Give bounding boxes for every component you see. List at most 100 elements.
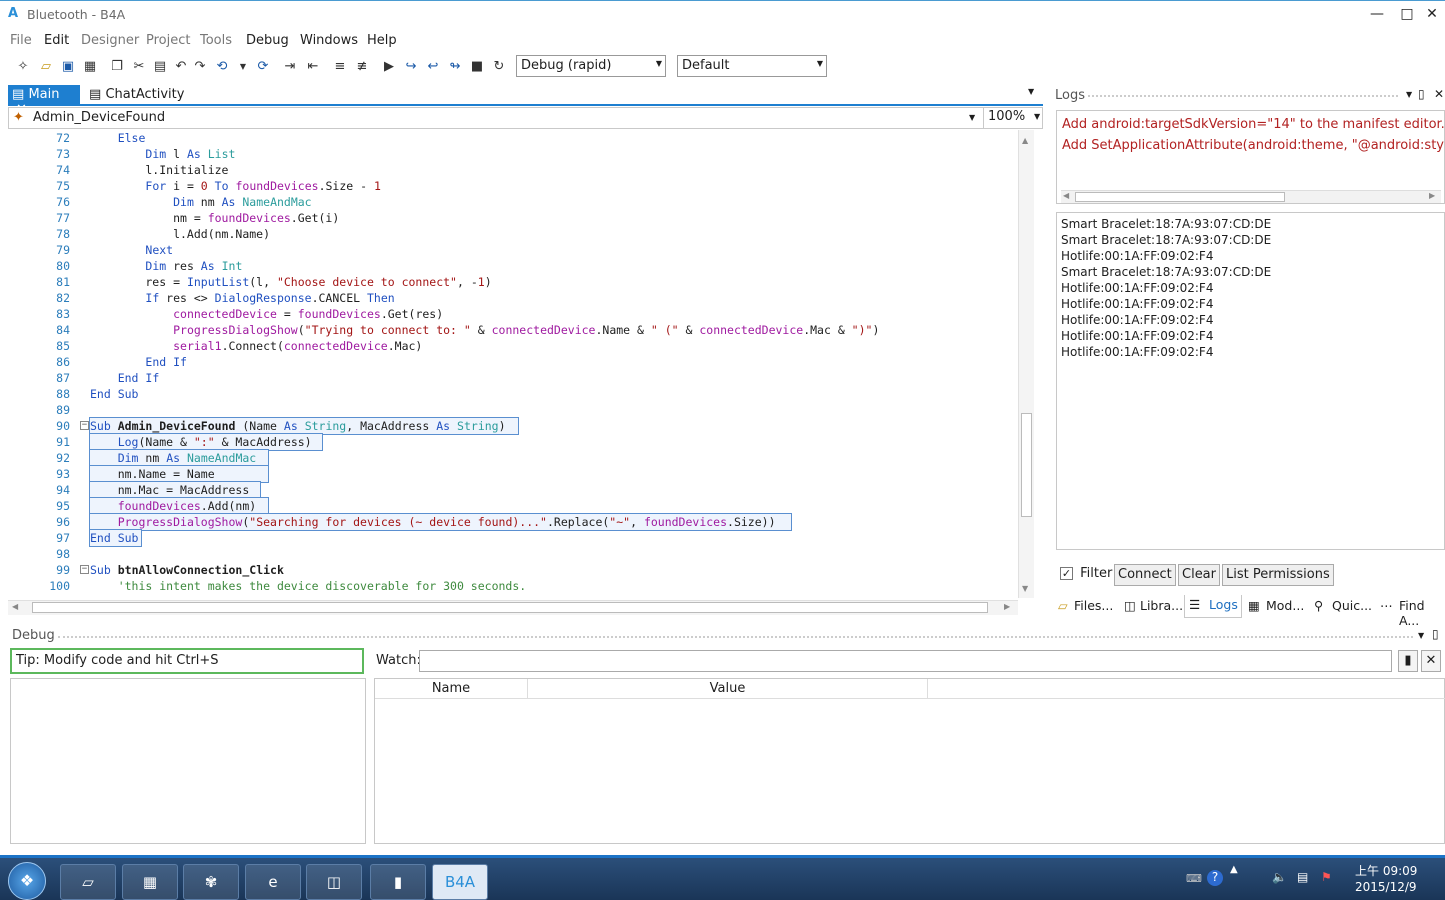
open-folder-icon[interactable]: ▱ [37, 58, 55, 76]
menu-file[interactable]: File [10, 33, 32, 48]
code-line[interactable]: 87 End If [8, 370, 1018, 386]
code-line[interactable]: 74 l.Initialize [8, 162, 1018, 178]
warnings-horizontal-scrollbar[interactable]: ◀ ▶ [1061, 190, 1441, 203]
network-icon[interactable]: ▤ [1297, 870, 1308, 884]
tab-logs[interactable]: ☰ Logs [1184, 595, 1242, 618]
stop-icon[interactable]: ■ [468, 58, 486, 76]
flag-icon[interactable]: ⚑ [1321, 870, 1332, 884]
keyboard-icon[interactable]: ⌨ [1186, 872, 1202, 885]
build-mode-select[interactable]: Debug (rapid) ▼ [516, 55, 666, 77]
menu-tools[interactable]: Tools [200, 33, 232, 48]
save-icon[interactable]: ▣ [59, 58, 77, 76]
code-line[interactable]: 98 [8, 546, 1018, 562]
restart-icon[interactable]: ↻ [490, 58, 508, 76]
watch-input[interactable] [419, 650, 1392, 672]
cmd-taskbar-icon[interactable]: ▮ [370, 864, 426, 900]
code-line[interactable]: 76 Dim nm As NameAndMac [8, 194, 1018, 210]
tip-input[interactable]: Tip: Modify code and hit Ctrl+S [10, 648, 364, 674]
code-line[interactable]: 81 res = InputList(l, "Choose device to … [8, 274, 1018, 290]
fold-toggle-icon[interactable]: − [80, 565, 89, 574]
code-line[interactable]: 83 connectedDevice = foundDevices.Get(re… [8, 306, 1018, 322]
code-line[interactable]: 92 Dim nm As NameAndMac [8, 449, 1018, 467]
panel-menu-icon[interactable]: ▼ [1418, 631, 1424, 640]
step-out-icon[interactable]: ↬ [446, 58, 464, 76]
app-taskbar-icon[interactable]: ▦ [122, 864, 178, 900]
log-entries-list[interactable]: Smart Bracelet:18:7A:93:07:CD:DE Smart Br… [1056, 212, 1445, 550]
navigate-back-icon[interactable]: ⟲ [213, 58, 231, 76]
close-window-button[interactable]: ✕ [1420, 3, 1444, 25]
code-line[interactable]: 78 l.Add(nm.Name) [8, 226, 1018, 242]
tab-main[interactable]: ▤ Main ✕ [8, 85, 80, 117]
scroll-down-icon[interactable]: ▼ [1022, 584, 1028, 593]
code-line[interactable]: 82 If res <> DialogResponse.CANCEL Then [8, 290, 1018, 306]
explorer-taskbar-icon[interactable]: ▱ [60, 864, 116, 900]
sub-selector-value[interactable]: Admin_DeviceFound [33, 110, 165, 125]
help-icon[interactable]: ? [1207, 870, 1223, 886]
chevron-down-icon[interactable]: ▼ [969, 113, 975, 122]
clock-date[interactable]: 2015/12/9 [1355, 880, 1417, 894]
scroll-left-icon[interactable]: ◀ [12, 602, 18, 611]
redo-icon[interactable]: ↷ [191, 58, 209, 76]
panel-menu-icon[interactable]: ▼ [1406, 90, 1412, 99]
indent-icon[interactable]: ⇥ [281, 58, 299, 76]
connect-button[interactable]: Connect [1114, 564, 1176, 586]
paint-taskbar-icon[interactable]: ✾ [183, 864, 239, 900]
code-line[interactable]: 100 'this intent makes the device discov… [8, 578, 1018, 594]
navigate-forward-icon[interactable]: ⟳ [254, 58, 272, 76]
editor-horizontal-scrollbar[interactable]: ◀ ▶ [8, 600, 1018, 615]
virtualbox-taskbar-icon[interactable]: ◫ [306, 864, 362, 900]
editor-vertical-scrollbar[interactable]: ▲ ▼ [1018, 130, 1034, 598]
code-line[interactable]: 94 nm.Mac = MacAddress [8, 481, 1018, 499]
code-line[interactable]: 72 Else [8, 130, 1018, 146]
clear-button[interactable]: Clear [1178, 564, 1220, 586]
close-panel-icon[interactable]: ✕ [1434, 87, 1444, 101]
code-line[interactable]: 95 foundDevices.Add(nm) [8, 497, 1018, 515]
minimize-button[interactable]: — [1362, 3, 1392, 25]
code-line[interactable]: 80 Dim res As Int [8, 258, 1018, 274]
code-line[interactable]: 79 Next [8, 242, 1018, 258]
code-line[interactable]: 91 Log(Name & ":" & MacAddress) [8, 433, 1018, 451]
tab-modules[interactable]: Mod... [1266, 598, 1304, 613]
menu-help[interactable]: Help [367, 33, 397, 48]
paste-icon[interactable]: ▤ [151, 58, 169, 76]
code-line[interactable]: 73 Dim l As List [8, 146, 1018, 162]
b4a-taskbar-icon[interactable]: B4A [432, 864, 488, 900]
scroll-right-icon[interactable]: ▶ [1004, 602, 1010, 611]
step-in-icon[interactable]: ↪ [402, 58, 420, 76]
scroll-right-icon[interactable]: ▶ [1429, 191, 1435, 200]
trash-icon[interactable]: ▮ [1398, 650, 1418, 672]
uncomment-icon[interactable]: ≢ [353, 58, 371, 76]
scroll-up-icon[interactable]: ▲ [1022, 136, 1028, 145]
tab-files[interactable]: Files... [1074, 598, 1113, 613]
code-line[interactable]: 89 [8, 402, 1018, 418]
tab-find-all[interactable]: Find A... [1399, 598, 1445, 628]
column-value[interactable]: Value [528, 679, 928, 699]
save-all-icon[interactable]: ▦ [81, 58, 99, 76]
outdent-icon[interactable]: ⇤ [304, 58, 322, 76]
run-icon[interactable]: ▶ [380, 58, 398, 76]
scrollbar-thumb[interactable] [1075, 192, 1285, 202]
pin-icon[interactable]: ▯ [1418, 87, 1425, 101]
code-line[interactable]: 88 End Sub [8, 386, 1018, 402]
pin-icon[interactable]: ▯ [1432, 627, 1439, 641]
code-line[interactable]: 75 For i = 0 To foundDevices.Size - 1 [8, 178, 1018, 194]
copy-icon[interactable]: ❐ [108, 58, 126, 76]
code-editor[interactable]: 72 Else 73 Dim l As List 74 l.Initialize 75… [8, 130, 1018, 600]
watch-table[interactable]: Name Value [374, 678, 1445, 844]
list-permissions-button[interactable]: List Permissions [1222, 564, 1334, 586]
code-line[interactable]: 85 serial1.Connect(connectedDevice.Mac) [8, 338, 1018, 354]
code-line[interactable]: 99 − Sub btnAllowConnection_Click [8, 562, 1018, 578]
code-line[interactable]: 86 End If [8, 354, 1018, 370]
code-line[interactable]: 97 End Sub [8, 529, 1018, 547]
maximize-button[interactable]: □ [1392, 3, 1422, 25]
zoom-select[interactable]: 100% ▼ [983, 107, 1045, 129]
code-line[interactable]: 84 ProgressDialogShow("Trying to connect… [8, 322, 1018, 338]
column-name[interactable]: Name [375, 679, 528, 699]
clear-watch-icon[interactable]: ✕ [1421, 650, 1441, 672]
new-file-icon[interactable]: ✧ [14, 58, 32, 76]
warnings-list[interactable]: Add android:targetSdkVersion="14" to the… [1056, 110, 1445, 204]
undo-icon[interactable]: ↶ [172, 58, 190, 76]
menu-designer[interactable]: Designer [81, 33, 139, 48]
code-line[interactable]: 77 nm = foundDevices.Get(i) [8, 210, 1018, 226]
tab-libraries[interactable]: Libra... [1140, 598, 1183, 613]
